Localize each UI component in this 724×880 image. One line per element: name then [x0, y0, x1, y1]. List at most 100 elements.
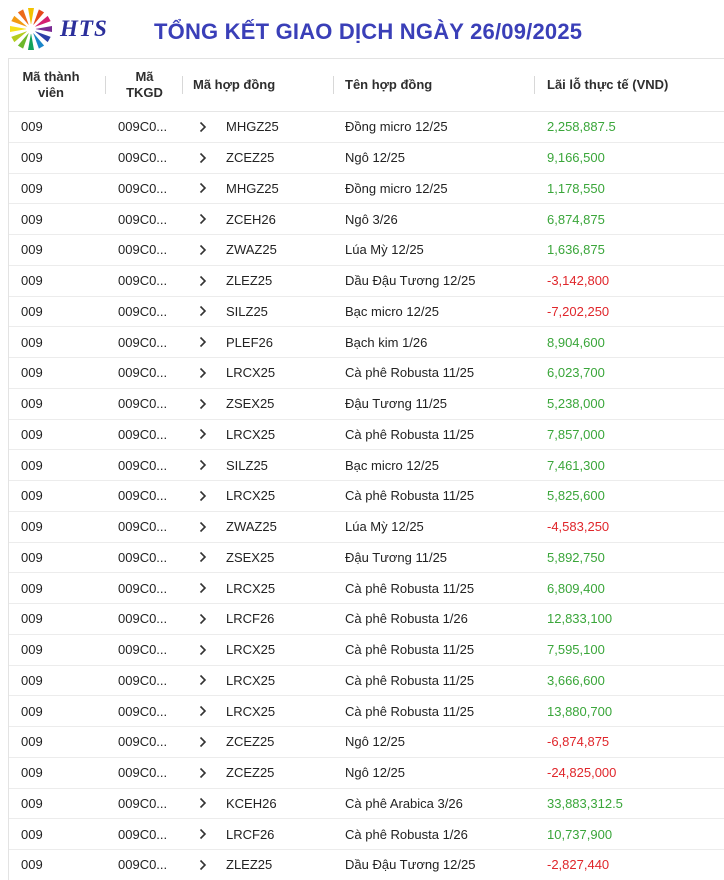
- contract-code-cell[interactable]: ZCEZ25: [183, 143, 334, 173]
- contract-code-cell[interactable]: PLEF26: [183, 327, 334, 357]
- account-cell: 009C0...: [118, 242, 168, 258]
- contract-code-cell[interactable]: ZCEZ25: [183, 758, 334, 788]
- table-row[interactable]: 009 009C0... ZCEZ25 Ngô 12/25 9,166,500: [9, 143, 724, 174]
- table-row[interactable]: 009 009C0... ZLEZ25 Dầu Đậu Tương 12/25 …: [9, 850, 724, 880]
- chevron-right-icon[interactable]: [198, 428, 212, 440]
- contract-code-cell[interactable]: ZWAZ25: [183, 235, 334, 265]
- chevron-right-icon[interactable]: [198, 613, 212, 625]
- table-row[interactable]: 009 009C0... ZSEX25 Đậu Tương 11/25 5,23…: [9, 389, 724, 420]
- table-row[interactable]: 009 009C0... LRCX25 Cà phê Robusta 11/25…: [9, 481, 724, 512]
- chevron-right-icon[interactable]: [198, 767, 212, 779]
- chevron-right-icon[interactable]: [198, 859, 212, 871]
- chevron-right-icon[interactable]: [198, 398, 212, 410]
- chevron-right-icon[interactable]: [198, 828, 212, 840]
- contract-code-cell[interactable]: LRCX25: [183, 420, 334, 450]
- chevron-right-icon[interactable]: [198, 152, 212, 164]
- table-row[interactable]: 009 009C0... LRCX25 Cà phê Robusta 11/25…: [9, 635, 724, 666]
- chevron-right-icon[interactable]: [198, 244, 212, 256]
- chevron-right-icon[interactable]: [198, 521, 212, 533]
- column-header-member[interactable]: Mã thành viên: [9, 59, 106, 111]
- column-header-contract-code[interactable]: Mã hợp đồng: [183, 59, 334, 111]
- contract-code-text: SILZ25: [226, 457, 268, 473]
- contract-code-cell[interactable]: LRCX25: [183, 635, 334, 665]
- pnl-cell: -3,142,800: [547, 273, 610, 289]
- contract-name-cell: Cà phê Robusta 11/25: [345, 642, 475, 658]
- contract-code-text: LRCF26: [226, 826, 275, 842]
- contract-code-cell[interactable]: ZWAZ25: [183, 512, 334, 542]
- chevron-right-icon[interactable]: [198, 797, 212, 809]
- chevron-right-icon[interactable]: [198, 490, 212, 502]
- contract-code-text: LRCX25: [226, 488, 276, 504]
- contract-name-cell: Cà phê Arabica 3/26: [345, 795, 463, 811]
- contract-name-cell: Cà phê Robusta 1/26: [345, 611, 468, 627]
- contract-code-cell[interactable]: LRCX25: [183, 696, 334, 726]
- account-cell: 009C0...: [118, 426, 168, 442]
- table-row[interactable]: 009 009C0... SILZ25 Bạc micro 12/25 7,46…: [9, 450, 724, 481]
- contract-code-cell[interactable]: ZCEZ25: [183, 727, 334, 757]
- chevron-right-icon[interactable]: [198, 182, 212, 194]
- table-row[interactable]: 009 009C0... LRCX25 Cà phê Robusta 11/25…: [9, 358, 724, 389]
- contract-code-cell[interactable]: LRCF26: [183, 604, 334, 634]
- table-row[interactable]: 009 009C0... LRCX25 Cà phê Robusta 11/25…: [9, 573, 724, 604]
- chevron-right-icon[interactable]: [198, 736, 212, 748]
- contract-code-text: ZSEX25: [226, 396, 275, 412]
- contract-code-cell[interactable]: MHGZ25: [183, 112, 334, 142]
- column-header-contract-name[interactable]: Tên hợp đồng: [334, 59, 535, 111]
- contract-code-cell[interactable]: LRCX25: [183, 573, 334, 603]
- column-header-pnl[interactable]: Lãi lỗ thực tế (VND): [535, 59, 724, 111]
- chevron-right-icon[interactable]: [198, 551, 212, 563]
- contract-code-cell[interactable]: ZLEZ25: [183, 266, 334, 296]
- table-row[interactable]: 009 009C0... LRCF26 Cà phê Robusta 1/26 …: [9, 819, 724, 850]
- contract-name-cell: Cà phê Robusta 11/25: [345, 580, 475, 596]
- chevron-right-icon[interactable]: [198, 459, 212, 471]
- table-row[interactable]: 009 009C0... MHGZ25 Đồng micro 12/25 1,1…: [9, 174, 724, 205]
- contract-code-cell[interactable]: LRCF26: [183, 819, 334, 849]
- table-row[interactable]: 009 009C0... ZCEZ25 Ngô 12/25 -24,825,00…: [9, 758, 724, 789]
- table-header: Mã thành viên Mã TKGD Mã hợp đồng Tên hợ…: [9, 59, 724, 112]
- contract-code-cell[interactable]: LRCX25: [183, 358, 334, 388]
- chevron-right-icon[interactable]: [198, 305, 212, 317]
- chevron-right-icon[interactable]: [198, 367, 212, 379]
- table-row[interactable]: 009 009C0... LRCX25 Cà phê Robusta 11/25…: [9, 696, 724, 727]
- table-row[interactable]: 009 009C0... ZWAZ25 Lúa Mỳ 12/25 -4,583,…: [9, 512, 724, 543]
- member-cell: 009: [21, 426, 43, 442]
- contract-code-cell[interactable]: ZSEX25: [183, 543, 334, 573]
- account-cell: 009C0...: [118, 703, 168, 719]
- contract-code-cell[interactable]: KCEH26: [183, 789, 334, 819]
- contract-code-cell[interactable]: SILZ25: [183, 450, 334, 480]
- member-cell: 009: [21, 488, 43, 504]
- contract-code-cell[interactable]: MHGZ25: [183, 174, 334, 204]
- chevron-right-icon[interactable]: [198, 582, 212, 594]
- chevron-right-icon[interactable]: [198, 121, 212, 133]
- table-row[interactable]: 009 009C0... PLEF26 Bạch kim 1/26 8,904,…: [9, 327, 724, 358]
- member-cell: 009: [21, 795, 43, 811]
- table-row[interactable]: 009 009C0... ZCEH26 Ngô 3/26 6,874,875: [9, 204, 724, 235]
- table-row[interactable]: 009 009C0... ZSEX25 Đậu Tương 11/25 5,89…: [9, 543, 724, 574]
- member-cell: 009: [21, 457, 43, 473]
- contract-code-cell[interactable]: LRCX25: [183, 481, 334, 511]
- chevron-right-icon[interactable]: [198, 275, 212, 287]
- chevron-right-icon[interactable]: [198, 644, 212, 656]
- pnl-cell: 6,809,400: [547, 580, 605, 596]
- contract-code-cell[interactable]: ZLEZ25: [183, 850, 334, 880]
- chevron-right-icon[interactable]: [198, 674, 212, 686]
- table-row[interactable]: 009 009C0... ZLEZ25 Dầu Đậu Tương 12/25 …: [9, 266, 724, 297]
- contract-code-cell[interactable]: ZSEX25: [183, 389, 334, 419]
- table-row[interactable]: 009 009C0... ZWAZ25 Lúa Mỳ 12/25 1,636,8…: [9, 235, 724, 266]
- contract-code-cell[interactable]: LRCX25: [183, 666, 334, 696]
- table-row[interactable]: 009 009C0... MHGZ25 Đồng micro 12/25 2,2…: [9, 112, 724, 143]
- contract-code-text: LRCX25: [226, 365, 276, 381]
- table-row[interactable]: 009 009C0... LRCX25 Cà phê Robusta 11/25…: [9, 666, 724, 697]
- chevron-right-icon[interactable]: [198, 336, 212, 348]
- chevron-right-icon[interactable]: [198, 705, 212, 717]
- table-row[interactable]: 009 009C0... SILZ25 Bạc micro 12/25 -7,2…: [9, 297, 724, 328]
- table-row[interactable]: 009 009C0... LRCX25 Cà phê Robusta 11/25…: [9, 420, 724, 451]
- chevron-right-icon[interactable]: [198, 213, 212, 225]
- contract-code-cell[interactable]: SILZ25: [183, 297, 334, 327]
- table-row[interactable]: 009 009C0... KCEH26 Cà phê Arabica 3/26 …: [9, 789, 724, 820]
- contract-code-cell[interactable]: ZCEH26: [183, 204, 334, 234]
- column-header-account[interactable]: Mã TKGD: [106, 59, 183, 111]
- table-row[interactable]: 009 009C0... LRCF26 Cà phê Robusta 1/26 …: [9, 604, 724, 635]
- contract-name-cell: Đồng micro 12/25: [345, 180, 448, 196]
- table-row[interactable]: 009 009C0... ZCEZ25 Ngô 12/25 -6,874,875: [9, 727, 724, 758]
